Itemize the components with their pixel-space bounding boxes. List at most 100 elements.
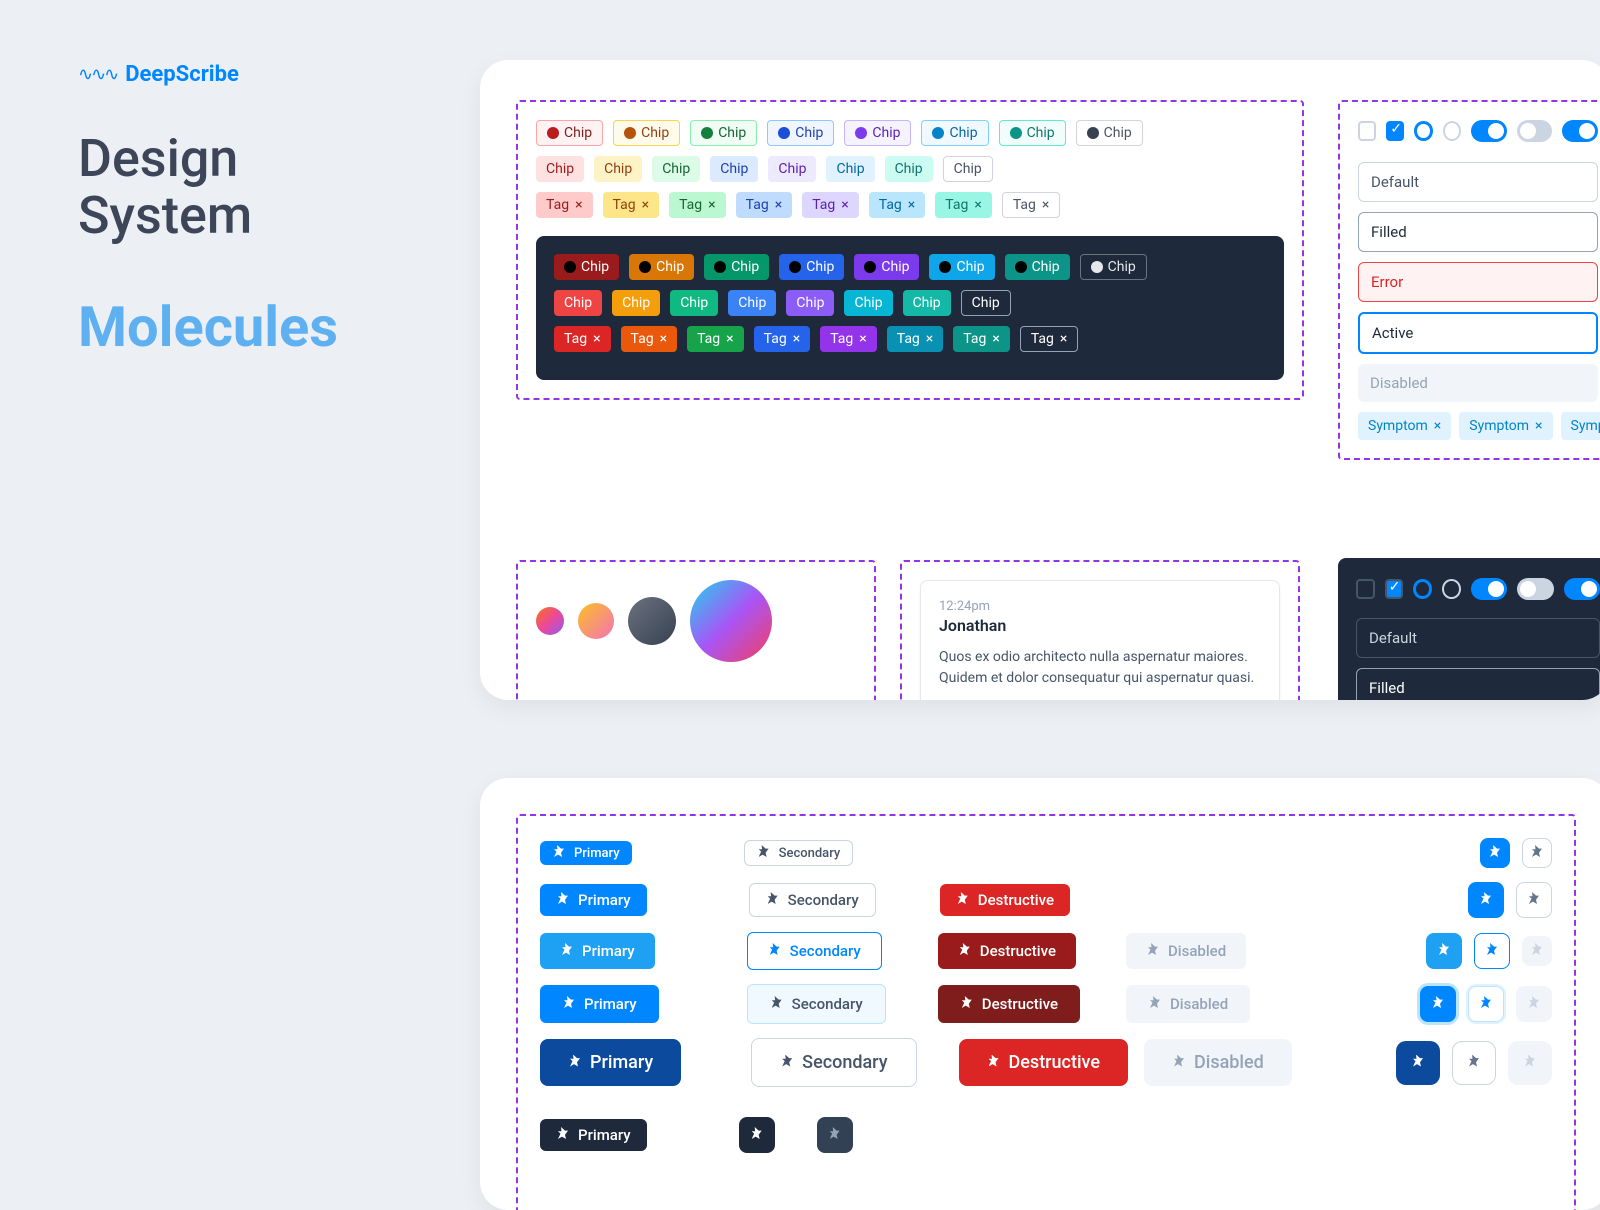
tag-dark-blue[interactable]: Tag×: [754, 326, 811, 352]
close-icon[interactable]: ×: [908, 197, 915, 213]
chip-gray[interactable]: Chip: [1076, 120, 1143, 146]
chip-green[interactable]: Chip: [690, 120, 757, 146]
tag-dark-purple[interactable]: Tag×: [820, 326, 877, 352]
checkbox-checked[interactable]: [1386, 121, 1404, 141]
chip-plain-sky[interactable]: Chip: [826, 156, 874, 182]
input-filled-dark[interactable]: Filled: [1356, 668, 1600, 700]
chip-plain-green[interactable]: Chip: [652, 156, 700, 182]
secondary-button-xl[interactable]: Secondary: [751, 1038, 916, 1087]
input-filled[interactable]: Filled: [1358, 212, 1598, 252]
icon-button-dark-secondary[interactable]: [817, 1117, 853, 1153]
close-icon[interactable]: ×: [660, 331, 667, 347]
chip-dark-red[interactable]: Chip: [554, 254, 619, 280]
primary-button-dark[interactable]: Primary: [540, 1119, 647, 1151]
tag-teal[interactable]: Tag×: [935, 192, 992, 218]
close-icon[interactable]: ×: [708, 197, 715, 213]
close-icon[interactable]: ×: [642, 197, 649, 213]
toggle-on[interactable]: [1471, 120, 1507, 142]
chip-dark-teal[interactable]: Chip: [1005, 254, 1070, 280]
radio-selected[interactable]: [1414, 121, 1432, 141]
close-icon[interactable]: ×: [793, 331, 800, 347]
tag-gray[interactable]: Tag×: [1002, 192, 1061, 218]
primary-button-xs[interactable]: Primary: [540, 841, 632, 865]
close-icon[interactable]: ×: [1060, 331, 1067, 347]
chip-dark-blue[interactable]: Chip: [779, 254, 844, 280]
chip-dark-plain-blue[interactable]: Chip: [728, 290, 776, 316]
icon-button-secondary-focus[interactable]: [1468, 986, 1504, 1022]
radio-selected[interactable]: [1413, 579, 1432, 599]
chip-dark-plain-purple[interactable]: Chip: [786, 290, 834, 316]
chip-blue[interactable]: Chip: [767, 120, 834, 146]
toggle-on-2[interactable]: [1564, 578, 1600, 600]
tag-purple[interactable]: Tag×: [802, 192, 859, 218]
destructive-button-sm[interactable]: Destructive: [940, 884, 1070, 916]
destructive-button-xl[interactable]: Destructive: [959, 1039, 1128, 1086]
chip-dark-plain-amber[interactable]: Chip: [612, 290, 660, 316]
input-active[interactable]: Active: [1358, 312, 1598, 354]
primary-button-xl[interactable]: Primary: [540, 1039, 681, 1086]
input-default-dark[interactable]: Default: [1356, 618, 1600, 658]
chip-dark-plain-green[interactable]: Chip: [670, 290, 718, 316]
close-icon[interactable]: ×: [974, 197, 981, 213]
tag-red[interactable]: Tag×: [536, 192, 593, 218]
tag-dark-sky[interactable]: Tag×: [887, 326, 944, 352]
destructive-button-active[interactable]: Destructive: [938, 985, 1080, 1023]
icon-button-primary-xs[interactable]: [1480, 838, 1510, 868]
icon-button-primary-focus[interactable]: [1420, 986, 1456, 1022]
close-icon[interactable]: ×: [1535, 418, 1542, 434]
chip-dark-plain-sky[interactable]: Chip: [844, 290, 892, 316]
toggle-on-2[interactable]: [1562, 120, 1598, 142]
radio-unselected[interactable]: [1442, 579, 1461, 599]
secondary-button-active[interactable]: Secondary: [747, 984, 886, 1024]
tag-dark-gray[interactable]: Tag×: [1020, 326, 1079, 352]
chip-plain-gray[interactable]: Chip: [943, 156, 993, 182]
radio-unselected[interactable]: [1443, 121, 1461, 141]
chip-plain-teal[interactable]: Chip: [885, 156, 933, 182]
tag-dark-green[interactable]: Tag×: [687, 326, 744, 352]
close-icon[interactable]: ×: [926, 331, 933, 347]
primary-button-sm[interactable]: Primary: [540, 884, 647, 916]
close-icon[interactable]: ×: [775, 197, 782, 213]
primary-button-hover[interactable]: Primary: [540, 933, 655, 969]
secondary-button-xs[interactable]: Secondary: [744, 840, 854, 866]
secondary-button-sm[interactable]: Secondary: [749, 883, 876, 917]
chip-dark-gray[interactable]: Chip: [1080, 254, 1147, 280]
secondary-button-hover[interactable]: Secondary: [747, 932, 882, 970]
chip-dark-green[interactable]: Chip: [704, 254, 769, 280]
chip-plain-amber[interactable]: Chip: [594, 156, 642, 182]
tag-blue[interactable]: Tag×: [736, 192, 793, 218]
close-icon[interactable]: ×: [1042, 197, 1049, 213]
tag-green[interactable]: Tag×: [669, 192, 726, 218]
close-icon[interactable]: ×: [992, 331, 999, 347]
chip-purple[interactable]: Chip: [844, 120, 911, 146]
icon-button-secondary-xs[interactable]: [1522, 838, 1552, 868]
close-icon[interactable]: ×: [726, 331, 733, 347]
icon-button-primary-xl[interactable]: [1396, 1041, 1440, 1085]
chip-teal[interactable]: Chip: [999, 120, 1066, 146]
close-icon[interactable]: ×: [1434, 418, 1441, 434]
chip-dark-sky[interactable]: Chip: [929, 254, 994, 280]
symptom-tag[interactable]: Symptom: [1561, 412, 1600, 440]
close-icon[interactable]: ×: [593, 331, 600, 347]
icon-button-secondary-hover[interactable]: [1474, 933, 1510, 969]
toggle-on[interactable]: [1471, 578, 1507, 600]
chip-sky[interactable]: Chip: [921, 120, 988, 146]
primary-button-active[interactable]: Primary: [540, 985, 659, 1023]
chip-plain-red[interactable]: Chip: [536, 156, 584, 182]
tag-dark-amber[interactable]: Tag×: [621, 326, 678, 352]
icon-button-primary-sm[interactable]: [1468, 882, 1504, 918]
close-icon[interactable]: ×: [859, 331, 866, 347]
tag-dark-red[interactable]: Tag×: [554, 326, 611, 352]
icon-button-primary-hover[interactable]: [1426, 933, 1462, 969]
checkbox-checked[interactable]: [1385, 579, 1404, 599]
input-error[interactable]: Error: [1358, 262, 1598, 302]
close-icon[interactable]: ×: [575, 197, 582, 213]
chip-plain-purple[interactable]: Chip: [768, 156, 816, 182]
input-default[interactable]: Default: [1358, 162, 1598, 202]
icon-button-secondary-sm[interactable]: [1516, 882, 1552, 918]
close-icon[interactable]: ×: [841, 197, 848, 213]
icon-button-dark[interactable]: [739, 1117, 775, 1153]
checkbox-unchecked[interactable]: [1356, 579, 1375, 599]
toggle-off[interactable]: [1517, 120, 1553, 142]
icon-button-secondary-xl[interactable]: [1452, 1041, 1496, 1085]
